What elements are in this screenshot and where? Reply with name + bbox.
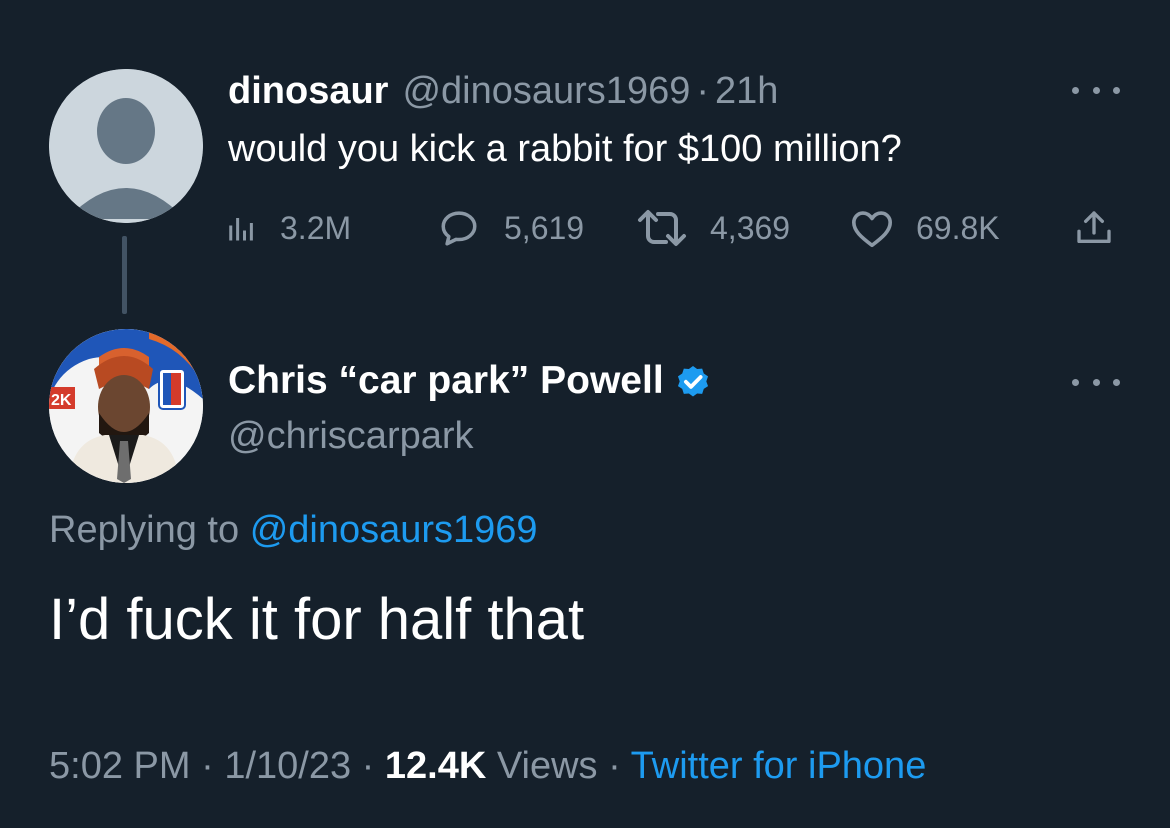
parent-tweet-header: dinosaur @dinosaurs1969 · 21h — [228, 66, 778, 116]
views-action[interactable]: 3.2M — [228, 200, 351, 256]
parent-display-name[interactable]: dinosaur — [228, 66, 388, 116]
parent-time-ago[interactable]: 21h — [715, 66, 778, 116]
reply-display-name[interactable]: Chris “car park” Powell — [228, 359, 664, 403]
like-icon — [851, 211, 892, 248]
more-options-icon[interactable] — [1072, 370, 1120, 394]
retweet-icon — [638, 210, 686, 246]
parent-tweet-actions: 3.2M 5,619 4,369 69.8K — [228, 200, 1120, 256]
default-avatar-icon — [49, 69, 203, 223]
more-options-icon[interactable] — [1072, 78, 1120, 102]
separator-dot: · — [608, 745, 621, 787]
replying-to: Replying to @dinosaurs1969 — [49, 505, 538, 555]
verified-badge-icon[interactable] — [674, 362, 712, 400]
share-action[interactable] — [1074, 200, 1114, 256]
tweet-source[interactable]: Twitter for iPhone — [631, 745, 927, 787]
thread-connector-line — [122, 236, 127, 314]
tweet-date[interactable]: 1/10/23 — [224, 745, 351, 787]
retweet-action[interactable]: 4,369 — [636, 200, 790, 256]
share-icon — [1077, 211, 1111, 243]
tweet-views-count[interactable]: 12.4K — [385, 745, 486, 787]
tweet-time[interactable]: 5:02 PM — [49, 745, 191, 787]
reply-tweet-header: Chris “car park” Powell — [228, 355, 712, 407]
analytics-icon — [229, 218, 253, 241]
reply-action[interactable]: 5,619 — [436, 200, 584, 256]
like-action[interactable]: 69.8K — [850, 200, 1000, 256]
replying-to-label: Replying to — [49, 509, 240, 551]
replying-to-mention[interactable]: @dinosaurs1969 — [250, 509, 538, 551]
avatar-default[interactable] — [49, 69, 203, 223]
retweets-count: 4,369 — [710, 209, 791, 246]
avatar-chris[interactable]: 2K — [49, 329, 203, 483]
svg-text:2K: 2K — [51, 392, 72, 409]
replies-count: 5,619 — [504, 209, 585, 246]
separator-dot: · — [696, 70, 710, 112]
tweet-views-label: Views — [496, 745, 598, 787]
parent-tweet-text: would you kick a rabbit for $100 million… — [228, 128, 902, 170]
separator-dot: · — [361, 745, 375, 787]
reply-handle[interactable]: @chriscarpark — [228, 412, 474, 460]
tweet-metadata: 5:02 PM · 1/10/23 · 12.4K Views · Twitte… — [49, 739, 926, 793]
views-count: 3.2M — [280, 209, 352, 246]
likes-count: 69.8K — [916, 209, 1000, 246]
profile-photo-icon: 2K — [49, 329, 203, 483]
parent-handle[interactable]: @dinosaurs1969 — [402, 66, 690, 116]
separator-dot: · — [201, 745, 214, 787]
reply-icon — [441, 211, 477, 246]
reply-tweet-text: I’d fuck it for half that — [49, 587, 585, 652]
